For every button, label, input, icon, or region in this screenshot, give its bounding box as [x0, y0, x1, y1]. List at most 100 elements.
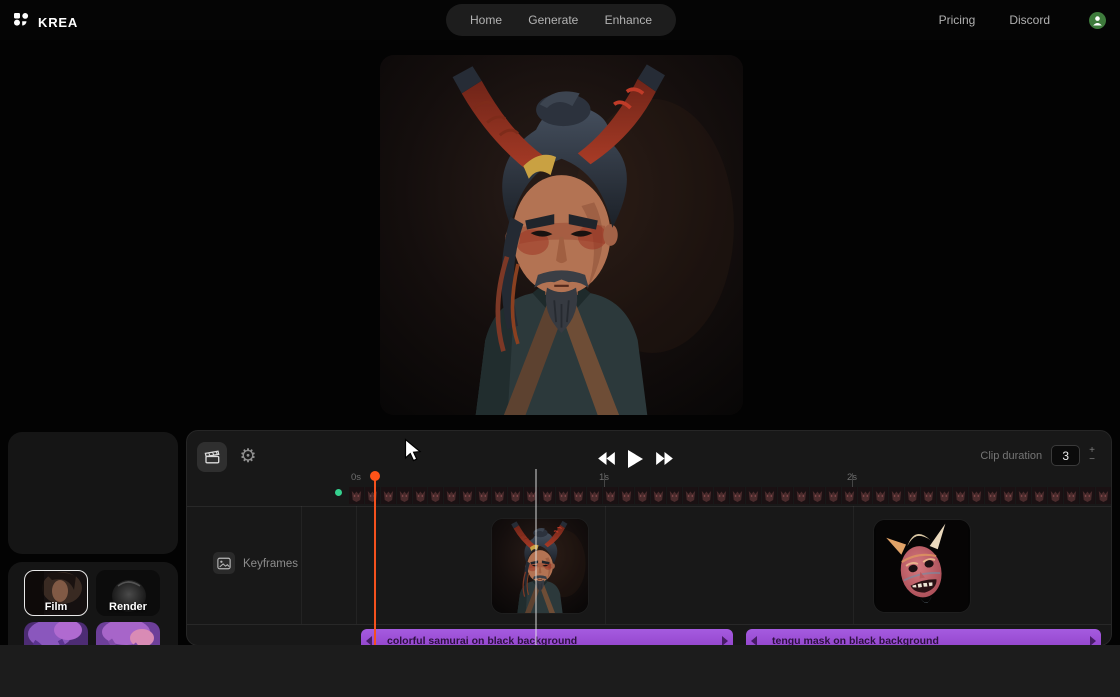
mouse-cursor — [404, 438, 427, 470]
discord-link[interactable]: Discord — [1009, 13, 1050, 27]
filmstrip-frame — [937, 487, 952, 504]
filmstrip-track[interactable] — [349, 487, 1111, 504]
filmstrip-frame — [873, 487, 888, 504]
filmstrip-frame — [508, 487, 523, 504]
top-links: Pricing Discord — [939, 0, 1050, 40]
grid-line — [356, 506, 357, 624]
pricing-link[interactable]: Pricing — [939, 13, 976, 27]
filmstrip-frame — [635, 487, 650, 504]
filmstrip-frame — [667, 487, 682, 504]
tab-home[interactable]: Home — [470, 13, 502, 27]
grid-line — [605, 506, 606, 624]
filmstrip-frame — [1096, 487, 1111, 504]
filmstrip-frame — [1016, 487, 1031, 504]
filmstrip-frame — [444, 487, 459, 504]
main-nav: Home Generate Enhance — [446, 4, 676, 36]
krea-logo-icon — [14, 13, 29, 31]
filmstrip-frame — [730, 487, 745, 504]
filmstrip-frame — [794, 487, 809, 504]
keyframe-thumbnail-2[interactable] — [873, 519, 971, 613]
style-film-label: Film — [24, 601, 88, 613]
filmstrip-frame — [699, 487, 714, 504]
fast-forward-icon — [656, 452, 673, 465]
top-bar: KREA Home Generate Enhance Pricing Disco… — [0, 0, 1120, 40]
filmstrip-frame — [397, 487, 412, 504]
ruler-tick-0s: 0s — [351, 472, 361, 483]
samurai-preview-image — [380, 55, 743, 415]
filmstrip-frame — [476, 487, 491, 504]
playhead-line[interactable] — [374, 477, 376, 646]
keyframe-1-image — [492, 519, 588, 613]
clip-duration-stepper: + − — [1089, 447, 1095, 464]
settings-gear-icon[interactable]: ⚙ — [235, 444, 261, 470]
decrement-button[interactable]: − — [1089, 456, 1095, 464]
clip-duration-label: Clip duration — [980, 450, 1042, 462]
style-film[interactable]: Film — [24, 570, 88, 616]
rewind-button[interactable] — [598, 452, 615, 468]
prompt-clip-1[interactable]: colorful samurai on black background — [361, 629, 733, 646]
filmstrip-frame — [889, 487, 904, 504]
filmstrip-frame — [619, 487, 634, 504]
filmstrip-frame — [413, 487, 428, 504]
grid-line — [853, 506, 854, 624]
tab-generate[interactable]: Generate — [528, 13, 578, 27]
filmstrip-frame — [905, 487, 920, 504]
user-avatar[interactable] — [1089, 12, 1106, 29]
scene-tool-button[interactable] — [197, 442, 227, 472]
keyframes-icon-chip — [213, 552, 235, 574]
filmstrip-frame — [842, 487, 857, 504]
action-panel: Generate Video Download — [8, 432, 178, 554]
grid-line — [301, 506, 302, 624]
keyframes-row-label: Keyframes — [243, 558, 298, 570]
filmstrip-frame — [858, 487, 873, 504]
filmstrip-frame — [810, 487, 825, 504]
filmstrip-frame — [778, 487, 793, 504]
hover-scrub-line — [535, 469, 537, 646]
filmstrip-frame — [1032, 487, 1047, 504]
filmstrip-frame — [953, 487, 968, 504]
play-button[interactable] — [628, 450, 643, 471]
ruler-tick-mark-2s — [852, 473, 853, 488]
filmstrip-frame — [428, 487, 443, 504]
transport-controls — [585, 445, 685, 475]
row-divider-bottom — [187, 624, 1112, 625]
filmstrip-frame — [683, 487, 698, 504]
style-render[interactable]: Render — [96, 570, 160, 616]
filmstrip-frame — [746, 487, 761, 504]
filmstrip-frame — [1048, 487, 1063, 504]
clip-duration-control: Clip duration 3 + − — [980, 445, 1095, 466]
row-divider-top — [187, 506, 1112, 507]
cursor-arrow-icon — [404, 438, 427, 465]
filmstrip-frame — [381, 487, 396, 504]
krea-logo[interactable]: KREA — [14, 13, 78, 31]
filmstrip-frame — [762, 487, 777, 504]
filmstrip-frame — [826, 487, 841, 504]
user-icon — [1090, 13, 1105, 28]
fast-forward-button[interactable] — [656, 452, 673, 468]
play-icon — [628, 450, 643, 468]
keyframe-2-image — [874, 520, 970, 612]
clip-duration-input[interactable]: 3 — [1051, 445, 1080, 466]
prompt-clip-2[interactable]: tengu mask on black background — [746, 629, 1101, 646]
filmstrip-frame — [985, 487, 1000, 504]
tab-enhance[interactable]: Enhance — [605, 13, 652, 27]
video-player-bar: 00:00 00:00 — [0, 645, 1120, 697]
timeline-panel: ⚙ Clip duration 3 + − 0s 1s 2s — [186, 430, 1112, 646]
image-icon — [217, 557, 231, 570]
logo-text: KREA — [38, 15, 78, 30]
filmstrip-frame — [969, 487, 984, 504]
status-dot — [335, 489, 342, 496]
filmstrip-frame — [349, 487, 364, 504]
filmstrip-frame — [603, 487, 618, 504]
app-window: KREA Home Generate Enhance Pricing Disco… — [0, 0, 1120, 697]
filmstrip-frame — [1080, 487, 1095, 504]
playhead-handle[interactable] — [370, 471, 380, 481]
keyframe-thumbnail-1[interactable] — [491, 518, 589, 614]
video-preview[interactable] — [380, 55, 743, 415]
filmstrip-frame — [921, 487, 936, 504]
style-render-label: Render — [96, 601, 160, 613]
filmstrip-frame — [365, 487, 380, 504]
filmstrip-frame — [540, 487, 555, 504]
ruler-tick-mark-1s — [604, 473, 605, 488]
filmstrip-frame — [1064, 487, 1079, 504]
